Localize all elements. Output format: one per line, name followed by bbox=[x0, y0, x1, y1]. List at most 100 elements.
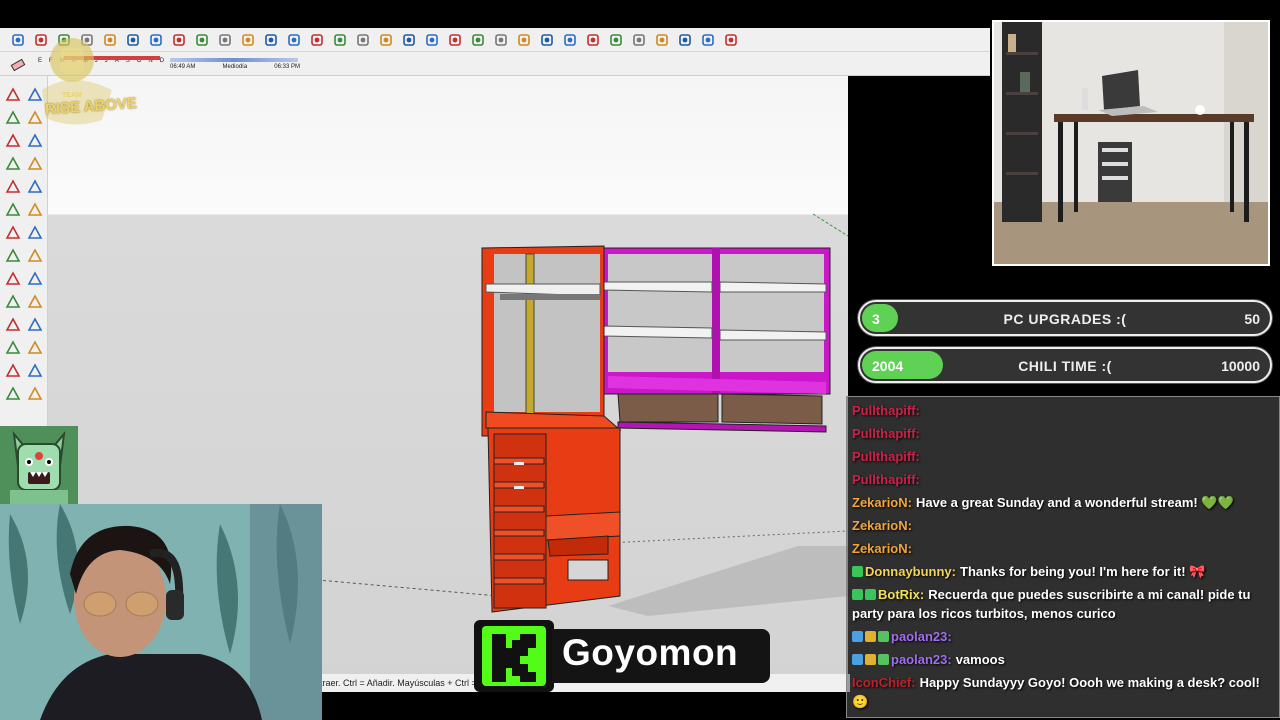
chat-username[interactable]: Pullthapiff: bbox=[852, 426, 920, 441]
xray-icon[interactable] bbox=[698, 30, 718, 50]
main-toolbar bbox=[0, 28, 990, 52]
chat-message: BotRix: Recuerda que puedes suscribirte a… bbox=[852, 585, 1275, 623]
iso-view-icon[interactable] bbox=[560, 30, 580, 50]
stream-overlay: EFMAMJJASOND 06:49 AM Mediodía 06:33 PM bbox=[0, 0, 1280, 720]
chat-panel: Pullthapiff: Pullthapiff: Pullthapiff: Pull… bbox=[846, 396, 1280, 718]
goal-target: 10000 bbox=[1221, 358, 1260, 374]
text-icon[interactable] bbox=[215, 30, 235, 50]
kick-logo-icon bbox=[482, 626, 546, 686]
styles-icon[interactable] bbox=[399, 30, 419, 50]
walk-icon[interactable] bbox=[284, 30, 304, 50]
green-axis bbox=[812, 213, 849, 237]
select-icon[interactable] bbox=[8, 30, 28, 50]
goal-pc-upgrades: 3 PC UPGRADES :( 50 bbox=[858, 300, 1272, 336]
3dtext-icon[interactable] bbox=[26, 362, 44, 380]
chat-message: ZekarioN: bbox=[852, 539, 1275, 558]
rectangle-icon[interactable] bbox=[4, 155, 22, 173]
pencil-icon[interactable] bbox=[4, 132, 22, 150]
tape-icon[interactable] bbox=[192, 30, 212, 50]
shadow-time-slider[interactable] bbox=[170, 58, 298, 62]
chat-message: Donnaybunny: Thanks for being you! I'm he… bbox=[852, 562, 1275, 581]
time-end: 06:33 PM bbox=[274, 64, 300, 70]
chat-username[interactable]: Pullthapiff: bbox=[852, 449, 920, 464]
webcam-feed bbox=[0, 504, 322, 720]
followme-icon[interactable] bbox=[26, 270, 44, 288]
select-icon[interactable] bbox=[4, 86, 22, 104]
pie-icon[interactable] bbox=[26, 201, 44, 219]
zoom-icon[interactable] bbox=[307, 30, 327, 50]
rotate-icon[interactable] bbox=[146, 30, 166, 50]
status-text: traer. Ctrl = Añadir. Mayúsculas + Ctrl … bbox=[320, 678, 477, 688]
webcam-image bbox=[0, 504, 322, 720]
chat-badge-icon bbox=[852, 589, 863, 600]
chat-message: Pullthapiff: bbox=[852, 401, 1275, 420]
pan-icon[interactable] bbox=[26, 385, 44, 403]
arc3-icon[interactable] bbox=[4, 224, 22, 242]
back-view-icon[interactable] bbox=[652, 30, 672, 50]
chat-badge-icon bbox=[852, 654, 863, 665]
shadow-time-labels: 06:49 AM Mediodía 06:33 PM bbox=[170, 64, 300, 70]
axes-icon[interactable] bbox=[4, 362, 22, 380]
chat-username[interactable]: ZekarioN: bbox=[852, 541, 912, 556]
orbit-icon[interactable] bbox=[4, 385, 22, 403]
front-view-icon[interactable] bbox=[606, 30, 626, 50]
home-icon[interactable] bbox=[491, 30, 511, 50]
text-icon[interactable] bbox=[26, 339, 44, 357]
chat-username[interactable]: IconChief: bbox=[852, 675, 916, 690]
chat-badge-icon bbox=[878, 631, 889, 642]
polygon-icon[interactable] bbox=[26, 178, 44, 196]
move-icon[interactable] bbox=[123, 30, 143, 50]
chat-username[interactable]: Pullthapiff: bbox=[852, 403, 920, 418]
chat-username[interactable]: paolan23: bbox=[891, 652, 952, 667]
user-icon[interactable] bbox=[422, 30, 442, 50]
layers-icon[interactable] bbox=[376, 30, 396, 50]
chat-badge-icon bbox=[865, 631, 876, 642]
upper-cabinet bbox=[599, 247, 831, 433]
extension-icon[interactable] bbox=[537, 30, 557, 50]
right-view-icon[interactable] bbox=[629, 30, 649, 50]
left-view-icon[interactable] bbox=[675, 30, 695, 50]
streamer-nameplate: Goyomon bbox=[474, 620, 770, 692]
zoom-extents-icon[interactable] bbox=[330, 30, 350, 50]
shadow-month[interactable]: D bbox=[160, 58, 164, 64]
goal-target: 50 bbox=[1244, 311, 1260, 327]
chat-username[interactable]: ZekarioN: bbox=[852, 518, 912, 533]
chat-text: vamoos bbox=[955, 652, 1005, 667]
chat-text: Thanks for being you! I'm here for it! 🎀 bbox=[960, 564, 1206, 579]
chat-message: IconChief: Happy Sundayyy Goyo! Oooh we m… bbox=[852, 673, 1275, 711]
paint-icon[interactable] bbox=[4, 109, 22, 127]
warehouse-icon[interactable] bbox=[468, 30, 488, 50]
chat-username[interactable]: ZekarioN: bbox=[852, 495, 912, 510]
section-icon[interactable] bbox=[353, 30, 373, 50]
scale-icon[interactable] bbox=[4, 293, 22, 311]
top-view-icon[interactable] bbox=[583, 30, 603, 50]
component-icon[interactable] bbox=[445, 30, 465, 50]
desk-photo-image bbox=[994, 22, 1268, 264]
wireframe-icon[interactable] bbox=[721, 30, 741, 50]
chat-message: paolan23: bbox=[852, 627, 1275, 646]
chat-username[interactable]: BotRix: bbox=[878, 587, 924, 602]
offset-icon[interactable] bbox=[26, 293, 44, 311]
tape-icon[interactable] bbox=[4, 316, 22, 334]
chat-text: Have a great Sunday and a wonderful stre… bbox=[915, 495, 1234, 510]
scale-icon[interactable] bbox=[169, 30, 189, 50]
orbit-icon[interactable] bbox=[261, 30, 281, 50]
eraser-icon[interactable] bbox=[8, 54, 28, 74]
arc2-icon[interactable] bbox=[26, 224, 44, 242]
paint-bucket-icon[interactable] bbox=[238, 30, 258, 50]
pushpull-icon[interactable] bbox=[26, 247, 44, 265]
chat-username[interactable]: Pullthapiff: bbox=[852, 472, 920, 487]
move-icon[interactable] bbox=[4, 247, 22, 265]
chat-badge-icon bbox=[865, 589, 876, 600]
chat-username[interactable]: Donnaybunny: bbox=[865, 564, 956, 579]
arc-icon[interactable] bbox=[4, 201, 22, 219]
rotate-icon[interactable] bbox=[4, 270, 22, 288]
dimension-icon[interactable] bbox=[26, 316, 44, 334]
rotated-rect-icon[interactable] bbox=[26, 155, 44, 173]
chat-username[interactable]: paolan23: bbox=[891, 629, 952, 644]
circle-icon[interactable] bbox=[4, 178, 22, 196]
chat-message: ZekarioN: Have a great Sunday and a wonde… bbox=[852, 493, 1275, 512]
kick-logo bbox=[474, 620, 554, 692]
house-icon[interactable] bbox=[514, 30, 534, 50]
protractor-icon[interactable] bbox=[4, 339, 22, 357]
